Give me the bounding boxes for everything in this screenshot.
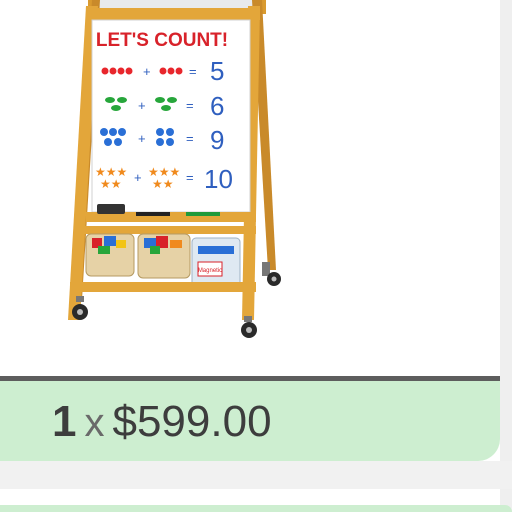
board-heading: LET'S COUNT! (96, 30, 228, 51)
basket (137, 233, 191, 279)
equation-answer: 9 (210, 125, 224, 155)
equation-answer: 10 (204, 164, 233, 194)
svg-text:=: = (186, 98, 194, 113)
svg-text:★★: ★★ (100, 177, 122, 191)
svg-text:=: = (189, 64, 197, 79)
svg-text:+: + (143, 64, 151, 79)
list-separator (0, 461, 512, 489)
svg-text:=: = (186, 131, 194, 146)
next-price-bar (0, 505, 512, 512)
price-line: 1 x $599.00 (52, 396, 272, 449)
easel-product-image: LET'S COUNT! + = 5 + = 6 + = 9 ★★★ ★★ + (68, 0, 281, 338)
times-sign: x (84, 401, 105, 445)
svg-text:+: + (138, 98, 146, 113)
svg-text:=: = (186, 170, 194, 185)
equation-answer: 5 (210, 56, 224, 86)
svg-text:Magnetic: Magnetic (198, 268, 222, 274)
scroll-gutter (500, 0, 512, 512)
unit-price: $599.00 (112, 397, 272, 446)
svg-text:+: + (134, 170, 142, 185)
svg-text:★★: ★★ (152, 177, 174, 191)
equation-answer: 6 (210, 91, 224, 121)
product-image-card[interactable]: LET'S COUNT! + = 5 + = 6 + = 9 ★★★ ★★ + (0, 0, 500, 378)
quantity-value: 1 (52, 397, 77, 446)
svg-text:+: + (138, 131, 146, 146)
equation-row: ★★★ ★★ + ★★★ ★★ = 10 (95, 164, 233, 194)
caster-wheel (267, 272, 281, 286)
basket (85, 233, 135, 277)
storage-bin: Magnetic (191, 237, 241, 287)
